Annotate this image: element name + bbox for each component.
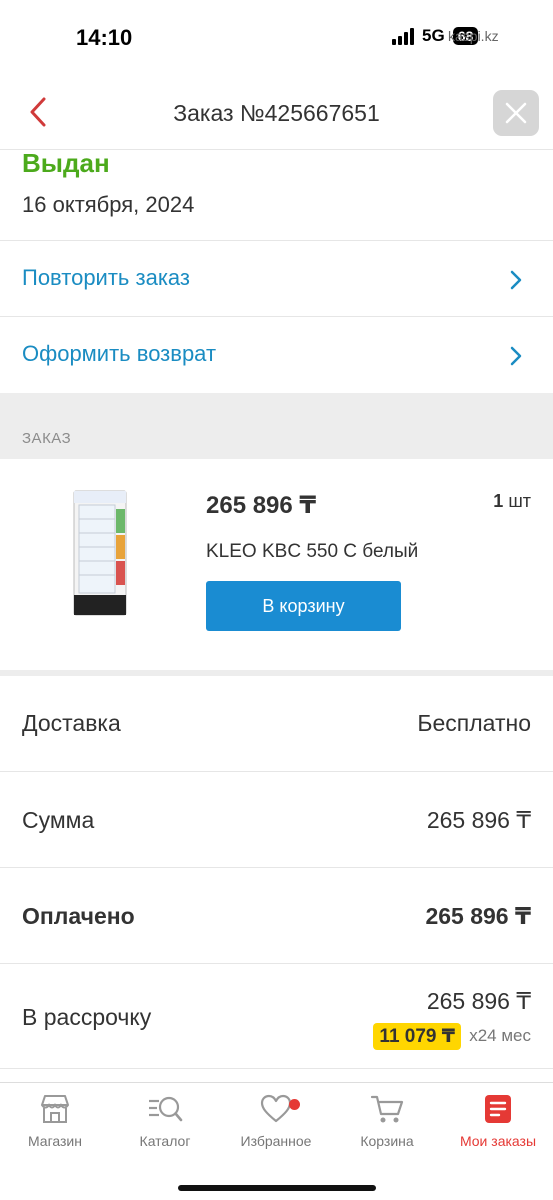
product-image[interactable] bbox=[70, 489, 130, 617]
tab-label: Мои заказы bbox=[459, 1133, 537, 1149]
tab-cart[interactable]: Корзина bbox=[332, 1093, 442, 1157]
total-label: Сумма bbox=[22, 807, 95, 833]
home-indicator bbox=[178, 1185, 376, 1191]
tab-shop[interactable]: Магазин bbox=[0, 1093, 110, 1157]
add-to-cart-button[interactable]: В корзину bbox=[206, 581, 401, 631]
repeat-order-row[interactable]: Повторить заказ bbox=[0, 240, 553, 316]
bottom-tab-bar: Магазин Каталог Избранное Корзина Мои за… bbox=[0, 1082, 553, 1200]
product-name[interactable]: KLEO KBC 550 C белый bbox=[206, 541, 418, 563]
delivery-label: Доставка bbox=[22, 710, 121, 736]
installment-value: 265 896 ₸ bbox=[426, 988, 531, 1014]
product-item: 265 896 ₸ 1 шт KLEO KBC 550 C белый В ко… bbox=[0, 459, 553, 671]
status-bar: 14:10 5G 68 kaspi.kz bbox=[0, 0, 553, 76]
tab-label: Магазин bbox=[27, 1133, 82, 1149]
watermark: kaspi.kz bbox=[448, 28, 499, 44]
section-label: ЗАКАЗ bbox=[22, 430, 72, 447]
chevron-right-icon bbox=[510, 270, 522, 290]
page-title: Заказ №425667651 bbox=[173, 100, 380, 126]
paid-row: Оплачено 265 896 ₸ bbox=[0, 867, 553, 963]
total-value: 265 896 ₸ bbox=[426, 807, 531, 833]
quantity-value: 1 bbox=[493, 491, 504, 511]
catalog-search-icon bbox=[149, 1096, 183, 1122]
tab-favorites[interactable]: Избранное bbox=[221, 1093, 331, 1157]
installment-term: x24 мес bbox=[469, 1026, 531, 1045]
status-time: 14:10 bbox=[76, 25, 133, 50]
orders-icon bbox=[485, 1095, 511, 1123]
quantity-unit: шт bbox=[508, 491, 531, 511]
product-price: 265 896 ₸ bbox=[206, 492, 317, 519]
tab-catalog[interactable]: Каталог bbox=[110, 1093, 220, 1157]
network-type: 5G bbox=[422, 26, 445, 45]
nav-header: Заказ №425667651 bbox=[0, 76, 553, 150]
paid-value: 265 896 ₸ bbox=[425, 903, 531, 929]
installment-label: В рассрочку bbox=[22, 1004, 152, 1030]
cart-icon bbox=[370, 1095, 404, 1123]
close-button[interactable] bbox=[493, 90, 539, 136]
close-icon bbox=[505, 102, 527, 124]
heart-icon bbox=[260, 1094, 292, 1123]
store-icon bbox=[41, 1095, 69, 1123]
return-order-label: Оформить возврат bbox=[22, 341, 217, 366]
tab-label: Корзина bbox=[360, 1133, 414, 1149]
monthly-payment-badge: 11 079 ₸ bbox=[373, 1023, 461, 1050]
order-date: 16 октября, 2024 bbox=[22, 192, 195, 217]
repeat-order-label: Повторить заказ bbox=[22, 265, 190, 290]
cellular-signal-icon bbox=[392, 27, 414, 45]
delivery-value: Бесплатно bbox=[417, 710, 531, 736]
installment-row: В рассрочку 265 896 ₸ 11 079 ₸ x24 мес bbox=[0, 963, 553, 1069]
order-status: Выдан bbox=[22, 148, 110, 178]
tab-label: Избранное bbox=[240, 1133, 312, 1149]
tab-label: Каталог bbox=[139, 1133, 191, 1149]
product-quantity: 1 шт bbox=[493, 491, 531, 512]
chevron-right-icon bbox=[510, 346, 522, 366]
notification-dot bbox=[289, 1099, 300, 1110]
order-section-header: ЗАКАЗ bbox=[0, 393, 553, 459]
tab-my-orders[interactable]: Мои заказы bbox=[443, 1093, 553, 1157]
total-row: Сумма 265 896 ₸ bbox=[0, 771, 553, 867]
paid-label: Оплачено bbox=[22, 903, 135, 929]
delivery-row: Доставка Бесплатно bbox=[0, 676, 553, 772]
return-order-row[interactable]: Оформить возврат bbox=[0, 316, 553, 392]
